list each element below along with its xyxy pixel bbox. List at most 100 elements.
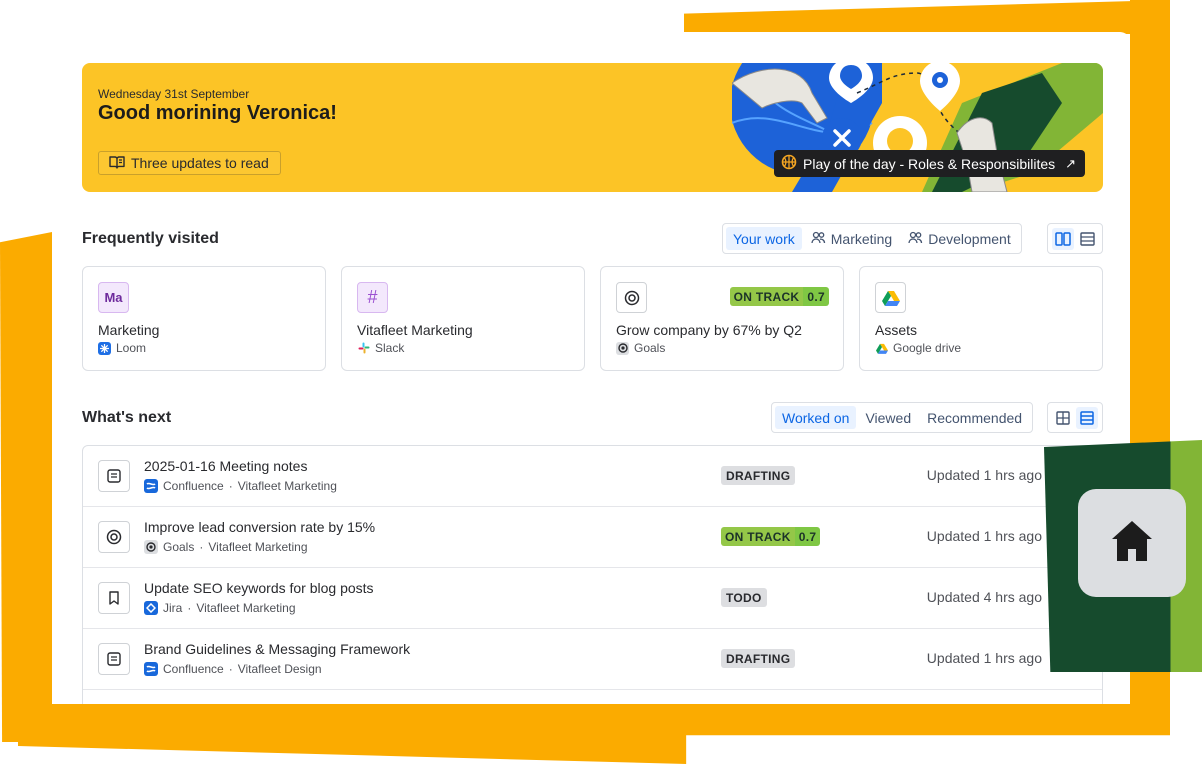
meta-separator: ·	[228, 662, 233, 676]
list-view-icon[interactable]	[1076, 228, 1098, 250]
meta-separator: ·	[187, 601, 192, 615]
updates-button[interactable]: Three updates to read	[98, 151, 281, 175]
status-label: DRAFTING	[721, 466, 796, 485]
channel-avatar: #	[357, 282, 388, 313]
row-title: 2025-01-16 Meeting notes	[144, 458, 308, 474]
row-space: Vitafleet Design	[237, 662, 322, 676]
meta-separator: ·	[199, 540, 204, 554]
list-row[interactable]: Brand Guidelines & Messaging Framework C…	[83, 629, 1102, 690]
banner-date: Wednesday 31st September	[98, 87, 250, 101]
status-lozenge: ON TRACK 0.7	[721, 527, 821, 546]
basketball-icon	[781, 154, 797, 173]
people-icon	[811, 231, 826, 247]
tab-worked-on[interactable]: Worked on	[775, 406, 857, 429]
row-meta: Goals · Vitafleet Marketing	[144, 540, 308, 554]
people-icon	[908, 231, 923, 247]
arrow-up-right-icon: ↗	[1065, 155, 1077, 171]
page-icon	[98, 643, 130, 675]
card-vitafleet-marketing[interactable]: # Vitafleet Marketing Slack	[341, 266, 585, 371]
card-grow-company[interactable]: ON TRACK 0.7 Grow company by 67% by Q2 G…	[600, 266, 844, 371]
row-meta: Confluence · Vitafleet Design	[144, 662, 322, 676]
row-app: Confluence	[163, 479, 224, 493]
tab-label: Development	[928, 230, 1011, 247]
list-row[interactable]: Update SEO keywords for blog posts Jira …	[83, 568, 1102, 629]
row-title: Brand Guidelines & Messaging Framework	[144, 641, 411, 657]
banner-greeting: Good morining Veronica!	[98, 102, 337, 124]
whats-next-list: 2025-01-16 Meeting notes Confluence · Vi…	[82, 445, 1103, 704]
updates-label: Three updates to read	[131, 155, 269, 171]
card-source: Google drive	[875, 341, 961, 355]
goals-icon	[144, 540, 158, 554]
tab-your-work[interactable]: Your work	[726, 227, 802, 250]
home-button[interactable]	[1078, 489, 1186, 597]
row-space: Vitafleet Marketing	[237, 479, 337, 493]
status-score: 0.7	[794, 527, 821, 546]
bookmark-icon	[98, 582, 130, 614]
frequently-visited-title: Frequently visited	[82, 230, 219, 247]
status-badge: DRAFTING	[721, 466, 796, 485]
card-title: Vitafleet Marketing	[357, 322, 473, 338]
card-source-label: Google drive	[893, 341, 962, 355]
status-score: 0.7	[803, 287, 829, 306]
card-source-label: Loom	[116, 341, 147, 355]
card-source: Goals	[616, 341, 665, 355]
row-updated: Updated 4 hrs ago	[926, 589, 1042, 605]
tab-development[interactable]: Development	[901, 227, 1018, 250]
home-page: Wednesday 31st September Good morining V…	[52, 32, 1130, 704]
tab-recommended[interactable]: Recommended	[920, 406, 1029, 429]
grid-view-icon[interactable]	[1052, 407, 1074, 429]
tab-label: Viewed	[865, 409, 912, 426]
tab-label: Worked on	[782, 409, 850, 426]
row-space: Vitafleet Marketing	[196, 601, 296, 615]
tab-viewed[interactable]: Viewed	[858, 406, 918, 429]
card-title: Assets	[875, 322, 918, 338]
row-app: Confluence	[163, 662, 224, 676]
status-label: ON TRACK	[721, 527, 795, 546]
status-label: DRAFTING	[721, 649, 796, 668]
page-icon	[98, 460, 130, 492]
decorative-frame-bottom	[18, 704, 1170, 764]
row-app: Jira	[163, 601, 183, 615]
google-drive-icon	[875, 342, 888, 355]
whats-next-title: What's next	[82, 409, 172, 426]
row-title: Update SEO keywords for blog posts	[144, 580, 374, 596]
loom-icon	[98, 341, 111, 355]
row-app: Goals	[163, 540, 195, 554]
whats-next-filter: Worked on Viewed Recommended	[771, 402, 1034, 433]
status-badge: TODO	[721, 588, 767, 607]
list-view-icon[interactable]	[1076, 406, 1098, 429]
tab-label: Your work	[733, 230, 795, 247]
row-updated: Updated 1 hrs ago	[926, 650, 1042, 666]
row-updated: Updated 1 hrs ago	[926, 467, 1042, 483]
decorative-frame-top	[684, 0, 1170, 34]
list-row[interactable]: Improve lead conversion rate by 15% Goal…	[83, 507, 1102, 568]
list-row[interactable]: 2025-01-16 Meeting notes Confluence · Vi…	[83, 446, 1102, 507]
confluence-icon	[144, 479, 158, 493]
row-title: Improve lead conversion rate by 15%	[144, 519, 376, 535]
status-badge: DRAFTING	[721, 649, 796, 668]
card-source: Slack	[357, 341, 404, 355]
frequently-visited-filter: Your work Marketing Development	[722, 223, 1022, 254]
card-source: Loom	[98, 341, 146, 355]
card-title: Marketing	[98, 322, 160, 338]
card-marketing[interactable]: Ma Marketing Loom	[82, 266, 326, 371]
confluence-icon	[144, 662, 158, 676]
card-assets[interactable]: Assets Google drive	[859, 266, 1103, 371]
status-badge: ON TRACK 0.7	[729, 287, 829, 306]
row-meta: Confluence · Vitafleet Marketing	[144, 479, 337, 493]
play-of-the-day-button[interactable]: Play of the day - Roles & Responsibilite…	[774, 150, 1086, 177]
card-view-toggle	[1047, 223, 1103, 254]
google-drive-icon	[875, 282, 906, 313]
status-label: TODO	[721, 588, 767, 607]
row-meta: Jira · Vitafleet Marketing	[144, 601, 296, 615]
card-title: Grow company by 67% by Q2	[616, 322, 802, 338]
meta-separator: ·	[228, 479, 233, 493]
slack-icon	[357, 342, 370, 355]
columns-view-icon[interactable]	[1052, 227, 1074, 250]
status-badge: ON TRACK 0.7	[721, 527, 821, 546]
goals-icon	[616, 341, 629, 355]
tab-marketing[interactable]: Marketing	[804, 227, 899, 250]
play-of-the-day-label: Play of the day - Roles & Responsibilite…	[803, 155, 1056, 172]
status-label: ON TRACK	[729, 287, 804, 306]
space-avatar: Ma	[98, 282, 129, 313]
